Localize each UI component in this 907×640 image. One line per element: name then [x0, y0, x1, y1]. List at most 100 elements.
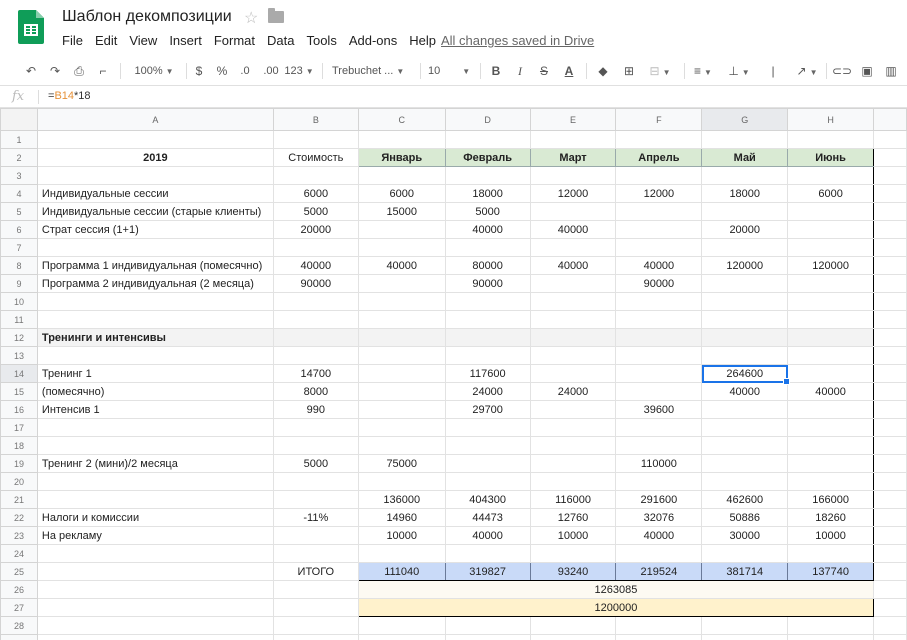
cell-c29[interactable]: [357, 634, 446, 640]
cell-a16[interactable]: Интенсив 1: [36, 400, 274, 419]
cell-h21[interactable]: 166000: [787, 490, 875, 509]
row-header[interactable]: 12: [0, 328, 38, 347]
cell-b9[interactable]: 90000: [272, 274, 359, 293]
cell-h12[interactable]: [787, 328, 875, 347]
strikethrough-button[interactable]: S: [536, 63, 552, 79]
cell-a28[interactable]: [36, 616, 274, 635]
row-header[interactable]: 16: [0, 400, 38, 419]
cell-c10[interactable]: [357, 292, 446, 311]
cell-d11[interactable]: [444, 310, 531, 329]
cell-e11[interactable]: [529, 310, 617, 329]
cell-b25[interactable]: ИТОГО: [272, 562, 359, 581]
cell-b29[interactable]: [272, 634, 359, 640]
cell-a2[interactable]: 2019: [36, 148, 274, 167]
cell-e15[interactable]: 24000: [529, 382, 617, 401]
row-header[interactable]: 14: [0, 364, 38, 383]
cell-d5[interactable]: 5000: [444, 202, 531, 221]
row-header[interactable]: 26: [0, 580, 38, 599]
cell-h25[interactable]: 137740: [787, 562, 875, 581]
cell-e22[interactable]: 12760: [529, 508, 617, 527]
row-header[interactable]: 22: [0, 508, 38, 527]
cell-c7[interactable]: [357, 238, 446, 257]
cell-f29[interactable]: [615, 634, 703, 640]
cell-g12[interactable]: [701, 328, 789, 347]
cell-a1[interactable]: [36, 130, 274, 149]
cell-b1[interactable]: [272, 130, 359, 149]
cell-f14[interactable]: [615, 364, 703, 383]
cell-f17[interactable]: [615, 418, 703, 437]
row-header[interactable]: 10: [0, 292, 38, 311]
cell-h13[interactable]: [787, 346, 875, 365]
cell-b13[interactable]: [272, 346, 359, 365]
cell-e10[interactable]: [529, 292, 617, 311]
cell-d20[interactable]: [444, 472, 531, 491]
cell-e14[interactable]: [529, 364, 617, 383]
cell-e23[interactable]: 10000: [529, 526, 617, 545]
cell-g22[interactable]: 50886: [701, 508, 789, 527]
cell-g24[interactable]: [701, 544, 789, 563]
row-header[interactable]: 11: [0, 310, 38, 329]
cell-f21[interactable]: 291600: [615, 490, 703, 509]
row-header[interactable]: 17: [0, 418, 38, 437]
column-header-f[interactable]: F: [615, 108, 703, 131]
cell-c17[interactable]: [357, 418, 446, 437]
row-header[interactable]: 2: [0, 148, 38, 167]
decrease-decimal-button[interactable]: .0: [236, 63, 254, 79]
cell-f25[interactable]: 219524: [615, 562, 703, 581]
cell-h16[interactable]: [787, 400, 875, 419]
sheets-logo-icon[interactable]: [18, 10, 44, 44]
cell-h3[interactable]: [787, 166, 875, 185]
cell-h1[interactable]: [787, 130, 875, 149]
undo-icon[interactable]: ↶: [22, 63, 40, 79]
cell-d9[interactable]: 90000: [444, 274, 531, 293]
cell-f15[interactable]: [615, 382, 703, 401]
merge-cells-icon[interactable]: ⊟ ▼: [646, 63, 674, 79]
insert-chart-icon[interactable]: ▥: [882, 63, 900, 79]
column-header-a[interactable]: A: [36, 108, 274, 131]
cell-g1[interactable]: [701, 130, 789, 149]
cell-d12[interactable]: [444, 328, 531, 347]
paint-format-icon[interactable]: ⌐: [94, 63, 112, 79]
row-header[interactable]: 21: [0, 490, 38, 509]
cell-e17[interactable]: [529, 418, 617, 437]
cell-h20[interactable]: [787, 472, 875, 491]
cell-h11[interactable]: [787, 310, 875, 329]
cell-c12[interactable]: [357, 328, 446, 347]
cell-a15[interactable]: (помесячно): [36, 382, 274, 401]
more-formats-button[interactable]: 123 ▼: [284, 63, 314, 79]
cell-f6[interactable]: [615, 220, 703, 239]
cell-g25[interactable]: 381714: [701, 562, 789, 581]
insert-link-icon[interactable]: ⊂⊃: [832, 63, 852, 79]
cell-f5[interactable]: [615, 202, 703, 221]
cell-b26[interactable]: [272, 580, 359, 599]
column-header-g[interactable]: G: [701, 108, 789, 131]
cell-e9[interactable]: [529, 274, 617, 293]
cell-c24[interactable]: [357, 544, 446, 563]
cell-b4[interactable]: 6000: [272, 184, 359, 203]
cell-d28[interactable]: [444, 616, 531, 635]
cell-g17[interactable]: [701, 418, 789, 437]
row-header[interactable]: 9: [0, 274, 38, 293]
cell-f9[interactable]: 90000: [615, 274, 703, 293]
cell-g15[interactable]: 40000: [701, 382, 789, 401]
cell-b24[interactable]: [272, 544, 359, 563]
cell-f16[interactable]: 39600: [615, 400, 703, 419]
cell-c23[interactable]: 10000: [357, 526, 446, 545]
row-header[interactable]: 28: [0, 616, 38, 635]
cell-c3[interactable]: [357, 166, 446, 185]
cell-c20[interactable]: [357, 472, 446, 491]
cell-f12[interactable]: [615, 328, 703, 347]
cell-h6[interactable]: [787, 220, 875, 239]
cell-c13[interactable]: [357, 346, 446, 365]
cell-e29[interactable]: [529, 634, 617, 640]
cell-e13[interactable]: [529, 346, 617, 365]
menu-tools[interactable]: Tools: [306, 33, 336, 48]
cell-f23[interactable]: 40000: [615, 526, 703, 545]
menu-view[interactable]: View: [129, 33, 157, 48]
row-header[interactable]: 3: [0, 166, 38, 185]
cell-b28[interactable]: [272, 616, 359, 635]
cell-d4[interactable]: 18000: [444, 184, 531, 203]
row-header[interactable]: 5: [0, 202, 38, 221]
cell-h8[interactable]: 120000: [787, 256, 875, 275]
cell-e21[interactable]: 116000: [529, 490, 617, 509]
